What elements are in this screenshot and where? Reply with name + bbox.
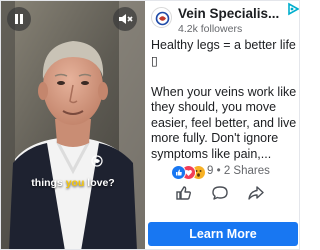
caption-highlight: you [65,177,85,189]
engagement-stats: 9 • 2 Shares [207,165,270,177]
adchoices-button[interactable] [285,1,299,17]
video-player[interactable]: things you love? [1,1,145,249]
share-button[interactable] [247,185,265,201]
thumbs-up-icon [176,186,191,200]
caption-text: things [31,177,66,189]
emoji-placeholder: ▯ [151,53,158,68]
share-count[interactable]: 2 Shares [224,165,270,177]
learn-more-button[interactable]: Learn More [148,222,298,246]
pause-icon [15,14,23,24]
pause-button[interactable] [7,7,31,31]
reaction-count[interactable]: 9 [207,165,213,177]
caption-text-end: love? [84,177,115,189]
mute-icon [119,14,133,24]
post-panel: Vein Specialis... 4.2k followers Healthy… [145,1,299,249]
comment-icon [212,186,228,200]
like-button[interactable] [175,185,193,201]
video-caption: things you love? [1,177,145,189]
comment-button[interactable] [211,185,229,201]
post-body: Healthy legs = a better life ▯ When your… [151,38,299,162]
vein-logo-icon [155,11,170,26]
like-reaction-icon [171,165,186,180]
page-name[interactable]: Vein Specialis... [178,6,288,21]
video-frame [1,1,145,249]
follower-count: 4.2k followers [178,23,243,35]
post-line-2: When your veins work like they should, y… [151,84,297,161]
share-icon [248,186,264,200]
stats-separator: • [216,165,221,177]
facebook-video-ad: things you love? Vein Specialis... 4.2k … [0,0,300,250]
mute-button[interactable] [113,7,137,31]
adchoices-icon [288,2,299,16]
post-line-1: Healthy legs = a better life [151,38,296,52]
page-avatar[interactable] [151,7,172,28]
